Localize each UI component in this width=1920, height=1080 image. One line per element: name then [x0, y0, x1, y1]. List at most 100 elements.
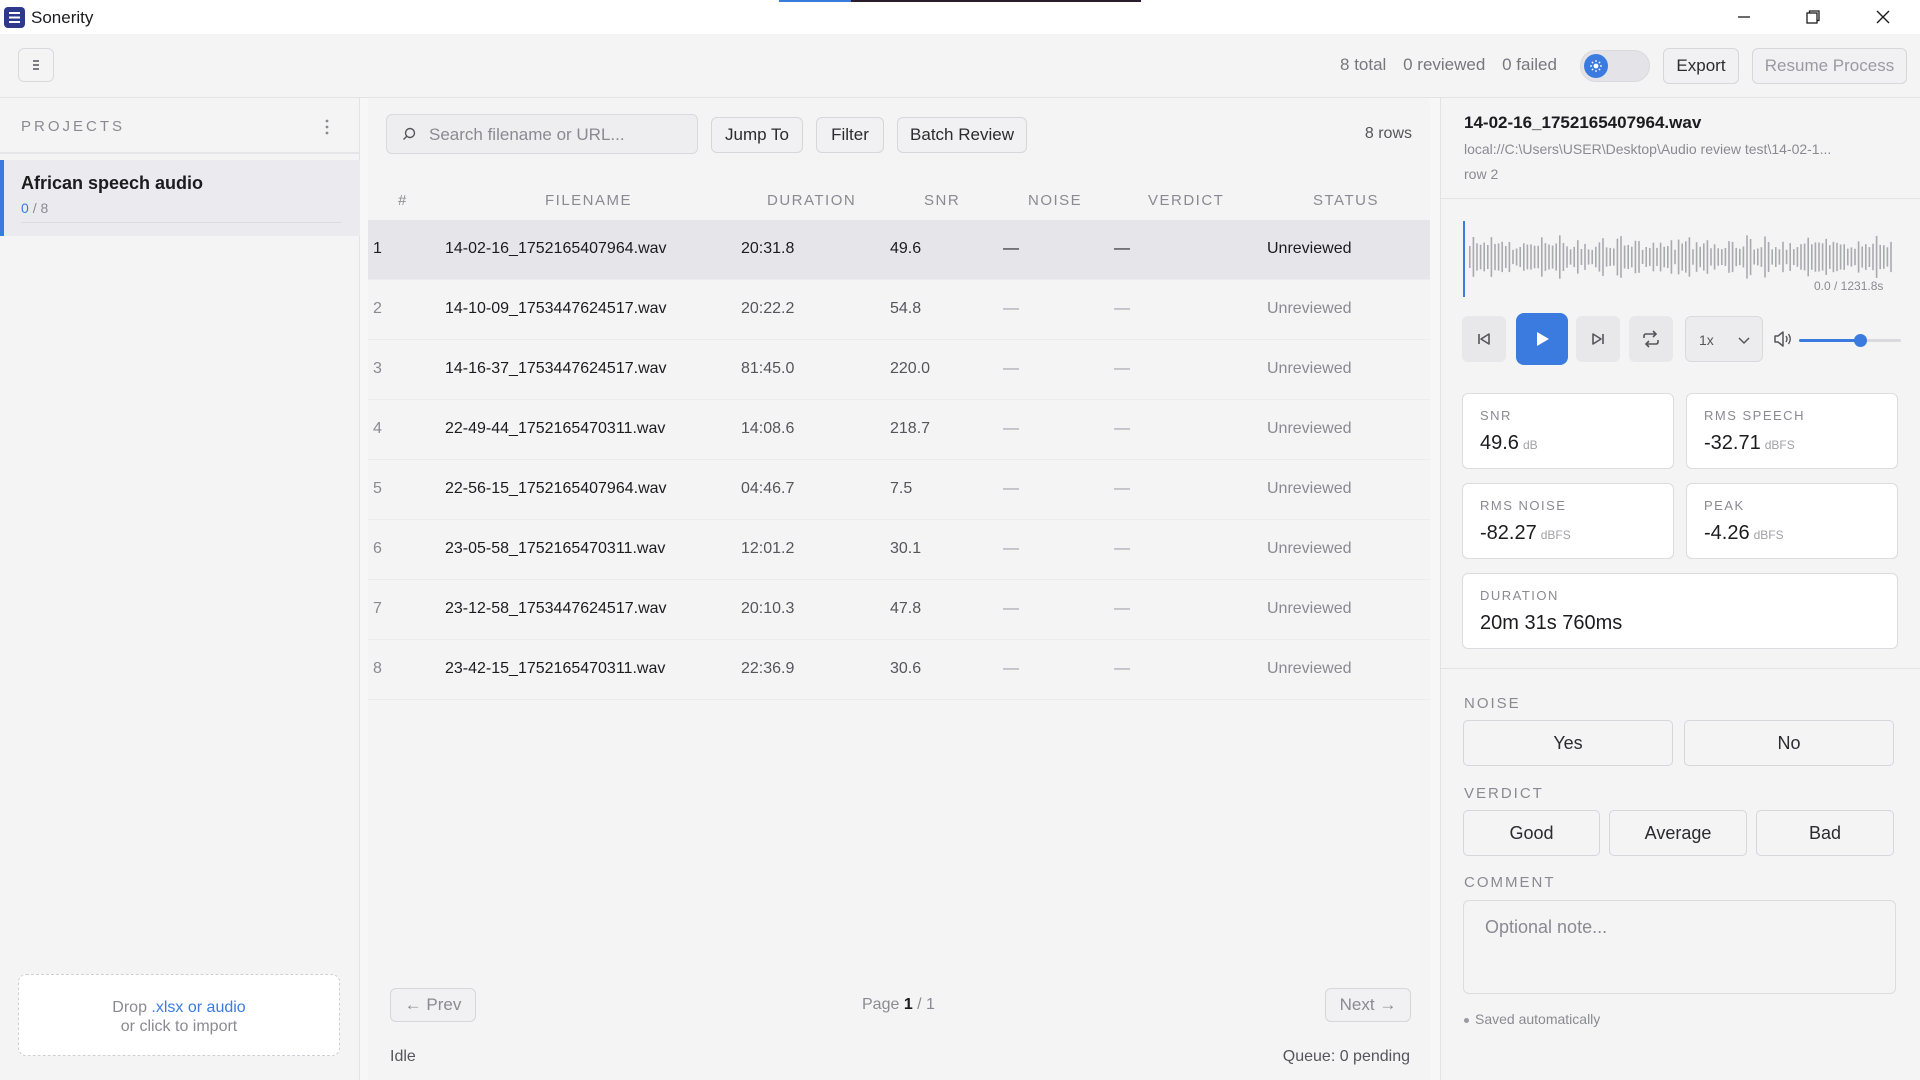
restore-button[interactable] — [1785, 0, 1841, 34]
export-button[interactable]: Export — [1663, 48, 1739, 84]
column-header-status[interactable]: STATUS — [1313, 192, 1379, 209]
noise-yes-button[interactable]: Yes — [1463, 720, 1673, 766]
column-header-duration[interactable]: DURATION — [767, 192, 856, 209]
play-button[interactable] — [1516, 313, 1568, 365]
waveform-bar — [1566, 246, 1568, 268]
volume-slider-thumb[interactable] — [1854, 334, 1868, 347]
volume-icon[interactable] — [1773, 330, 1793, 353]
search-box — [386, 114, 698, 154]
table-row[interactable]: 6 23-05-58_1752165470311.wav 12:01.2 30.1 — —… — [368, 520, 1430, 580]
waveform-bar — [1631, 246, 1633, 268]
waveform-bar — [1515, 248, 1518, 266]
waveform-bar — [1767, 242, 1770, 272]
table-row[interactable]: 4 22-49-44_1752165470311.wav 14:08.6 218.7 —… — [368, 400, 1430, 460]
waveform-bar — [1659, 242, 1662, 272]
playback-speed-select[interactable]: 1x — [1685, 316, 1763, 362]
waveform-bar — [1692, 249, 1694, 265]
verdict-section-label: VERDICT — [1464, 785, 1544, 802]
review-stats: 8 total 0 reviewed 0 failed — [1340, 55, 1557, 75]
metric-label: PEAK — [1704, 498, 1745, 513]
previous-track-button[interactable] — [1462, 316, 1506, 362]
waveform-bar — [1555, 243, 1557, 271]
table-row[interactable]: 5 22-56-15_1752165407964.wav 04:46.7 7.5 — — U… — [368, 460, 1430, 520]
app-title: Sonerity — [31, 8, 94, 27]
waveform-bar — [1469, 246, 1471, 268]
column-header-noise[interactable]: NOISE — [1028, 192, 1082, 209]
stat-failed-label: failed — [1516, 55, 1557, 74]
projects-more-button[interactable] — [320, 116, 334, 138]
column-header-filename[interactable]: FILENAME — [545, 192, 632, 209]
waveform-bar — [1872, 243, 1874, 271]
verdict-good-button[interactable]: Good — [1463, 810, 1600, 856]
volume-slider[interactable] — [1799, 334, 1901, 347]
resume-process-button[interactable]: Resume Process — [1752, 48, 1907, 84]
waveform-bar — [1494, 243, 1496, 271]
waveform-bar — [1868, 247, 1871, 267]
prev-page-button[interactable]: ← Prev — [390, 988, 476, 1022]
project-item[interactable]: African speech audio 0 / 8 — [0, 160, 360, 236]
next-page-button[interactable]: Next → — [1325, 988, 1411, 1022]
jump-to-button[interactable]: Jump To — [711, 117, 803, 153]
row-filename: 23-12-58_1753447624517.wav — [445, 600, 667, 617]
row-number: 4 — [373, 420, 382, 437]
column-header-verdict[interactable]: VERDICT — [1148, 192, 1224, 209]
row-snr: 7.5 — [890, 480, 913, 497]
waveform-bar — [1713, 244, 1716, 270]
waveform-bar — [1785, 249, 1788, 265]
waveform-bar — [1530, 244, 1532, 270]
column-header-snr[interactable]: SNR — [924, 192, 960, 209]
stat-total-count: 8 — [1340, 55, 1350, 74]
waveform-bar — [1616, 238, 1619, 276]
metric-label: RMS NOISE — [1480, 498, 1567, 513]
waveform-bar — [1490, 237, 1493, 277]
close-icon — [1876, 10, 1890, 24]
waveform-bar — [1764, 236, 1766, 278]
playback-time: 0.0 / 1231.8s — [1814, 279, 1884, 293]
row-number: 5 — [373, 480, 382, 497]
top-toolbar: 8 total 0 reviewed 0 failed Export Resum… — [0, 34, 1920, 98]
waveform-bar — [1559, 235, 1561, 279]
noise-no-button[interactable]: No — [1684, 720, 1894, 766]
waveform-bar — [1782, 241, 1784, 273]
waveform-bar — [1645, 247, 1647, 267]
table-row[interactable]: 1 14-02-16_1752165407964.wav 20:31.8 49.6 — —… — [368, 220, 1430, 280]
loop-button[interactable] — [1629, 316, 1673, 362]
row-number: 1 — [373, 240, 382, 257]
waveform-bar — [1778, 249, 1781, 265]
theme-toggle[interactable] — [1580, 50, 1650, 82]
batch-review-button[interactable]: Batch Review — [897, 117, 1027, 153]
verdict-bad-button[interactable]: Bad — [1756, 810, 1894, 856]
table-row[interactable]: 8 23-42-15_1752165470311.wav 22:36.9 30.6 — —… — [368, 640, 1430, 700]
next-track-button[interactable] — [1576, 316, 1620, 362]
row-filename: 14-10-09_1753447624517.wav — [445, 300, 667, 317]
import-dropzone[interactable]: Drop .xlsx or audio or click to import — [18, 974, 340, 1056]
waveform-bar — [1551, 245, 1554, 269]
waveform-bar — [1695, 242, 1698, 272]
waveform-bar — [1731, 241, 1734, 273]
verdict-average-button[interactable]: Average — [1609, 810, 1747, 856]
waveform-bar — [1771, 249, 1773, 265]
waveform-bar — [1739, 248, 1741, 266]
minimize-button[interactable] — [1716, 0, 1772, 34]
project-progress: 0 / 8 — [21, 200, 48, 216]
search-input[interactable] — [429, 123, 679, 147]
waveform-bar — [1685, 241, 1687, 273]
waveform-bar — [1843, 244, 1845, 270]
table-row[interactable]: 2 14-10-09_1753447624517.wav 20:22.2 54.8 — —… — [368, 280, 1430, 340]
table-row[interactable]: 3 14-16-37_1753447624517.wav 81:45.0 220.0 —… — [368, 340, 1430, 400]
menu-button[interactable] — [18, 48, 54, 82]
waveform-bar — [1699, 246, 1701, 268]
filter-button[interactable]: Filter — [816, 117, 884, 153]
metric-value: 20m 31s 760ms — [1480, 612, 1623, 634]
row-noise: — — [1003, 420, 1019, 437]
row-snr: 220.0 — [890, 360, 931, 377]
waveform-bar — [1649, 248, 1651, 266]
close-button[interactable] — [1855, 0, 1911, 34]
column-header-number[interactable]: # — [398, 192, 408, 209]
waveform-bar — [1800, 244, 1802, 270]
row-verdict: — — [1114, 420, 1130, 437]
stat-reviewed-label: reviewed — [1417, 55, 1486, 74]
playhead — [1463, 221, 1465, 297]
comment-input[interactable] — [1463, 900, 1896, 994]
table-row[interactable]: 7 23-12-58_1753447624517.wav 20:10.3 47.8 — —… — [368, 580, 1430, 640]
